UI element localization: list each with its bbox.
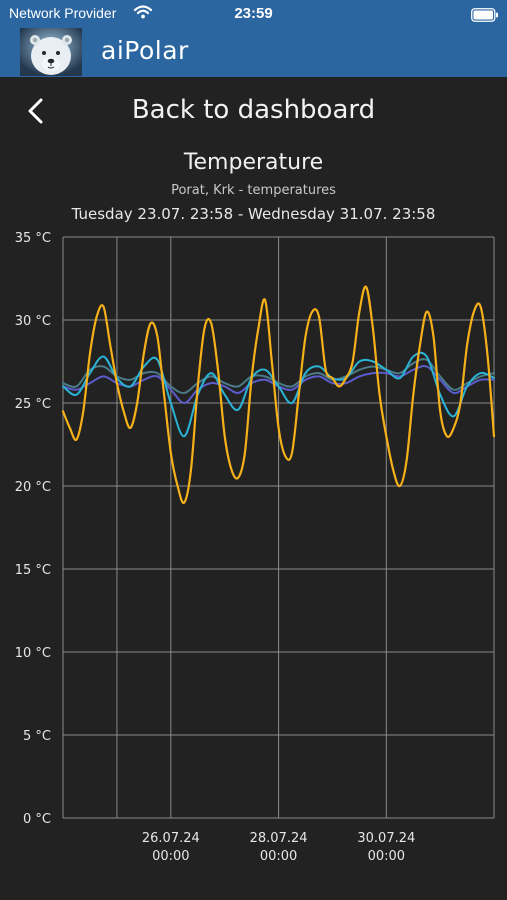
x-tick-label-date: 30.07.24 (357, 831, 415, 846)
polar-bear-logo (20, 28, 82, 76)
status-bar: Network Provider 23:59 (0, 0, 507, 28)
status-time: 23:59 (234, 5, 273, 22)
x-tick-label-time: 00:00 (260, 849, 297, 864)
chart-date-range: Tuesday 23.07. 23:58 - Wednesday 31.07. … (71, 205, 436, 223)
y-tick-label: 0 °C (23, 812, 51, 827)
y-tick-label: 5 °C (23, 729, 51, 744)
y-tick-label: 30 °C (15, 314, 51, 329)
chart-title: Temperature (183, 150, 324, 175)
app-title: aiPolar (101, 36, 189, 65)
chart-subtitle: Porat, Krk - temperatures (171, 183, 336, 198)
app-bar: aiPolar (0, 28, 507, 77)
x-tick-label-date: 28.07.24 (250, 831, 308, 846)
nav-row: Back to dashboard (0, 85, 507, 137)
y-tick-label: 20 °C (15, 480, 51, 495)
y-tick-label: 25 °C (15, 397, 51, 412)
back-to-dashboard-link[interactable]: Back to dashboard (0, 95, 507, 125)
battery-icon (471, 7, 499, 26)
temperature-chart: 0 °C 5 °C 10 °C 15 °C 20 °C 25 °C 30 °C 35 °C 26… (15, 231, 496, 864)
y-tick-label: 35 °C (15, 231, 51, 246)
x-tick-label-date: 26.07.24 (142, 831, 200, 846)
y-tick-label: 15 °C (15, 563, 51, 578)
x-tick-label-time: 00:00 (152, 849, 189, 864)
y-tick-label: 10 °C (15, 646, 51, 661)
x-tick-label-time: 00:00 (368, 849, 405, 864)
